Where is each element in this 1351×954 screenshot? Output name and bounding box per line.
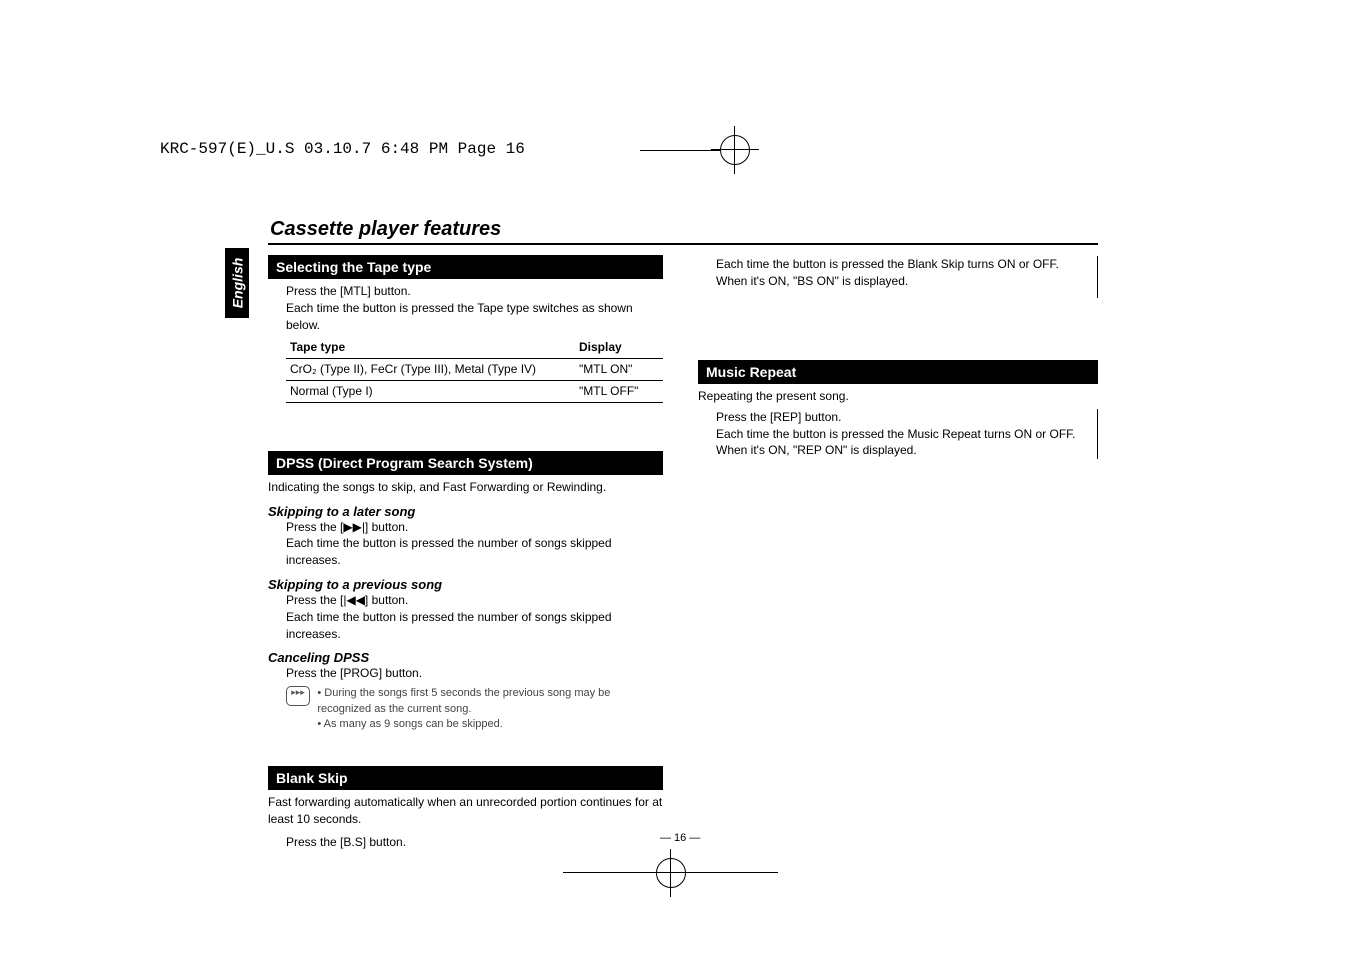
crop-rule-bottom-right <box>688 872 778 873</box>
print-header: KRC-597(E)_U.S 03.10.7 6:48 PM Page 16 <box>160 140 525 158</box>
later-press: Press the [▶▶|] button. <box>286 519 663 536</box>
page-number: — 16 — <box>660 832 700 844</box>
blank-press: Press the [B.S] button. <box>286 834 663 851</box>
section-music-repeat: Music Repeat <box>698 360 1098 384</box>
note-icon: ▸▸▸ <box>286 686 310 706</box>
later-desc: Each time the button is pressed the numb… <box>286 535 663 569</box>
tape-press: Press the [MTL] button. <box>286 283 663 300</box>
music-lead: Repeating the present song. <box>698 388 1098 405</box>
language-label: English <box>229 258 245 309</box>
prev-press: Press the [|◀◀] button. <box>286 592 663 609</box>
row1-type: CrO₂ (Type II), FeCr (Type III), Metal (… <box>286 359 575 381</box>
note1: During the songs first 5 seconds the pre… <box>317 687 610 714</box>
cancel-press: Press the [PROG] button. <box>286 665 663 682</box>
prev-head: Skipping to a previous song <box>268 577 663 592</box>
later-head: Skipping to a later song <box>268 504 663 519</box>
dpss-lead: Indicating the songs to skip, and Fast F… <box>268 479 663 496</box>
registration-mark-top <box>720 135 750 165</box>
th-display: Display <box>575 337 663 358</box>
music-press: Press the [REP] button. <box>716 409 1091 426</box>
registration-mark-bottom <box>656 858 686 888</box>
blank-toggle-desc: Each time the button is pressed the Blan… <box>716 257 1059 271</box>
section-dpss: DPSS (Direct Program Search System) <box>268 451 663 475</box>
row2-type: Normal (Type I) <box>286 380 575 402</box>
music-desc2: When it's ON, "REP ON" is displayed. <box>716 442 1091 459</box>
right-column: Each time the button is pressed the Blan… <box>698 250 1098 459</box>
cancel-head: Canceling DPSS <box>268 650 663 665</box>
row2-display: "MTL OFF" <box>575 380 663 402</box>
crop-rule-top <box>640 150 720 151</box>
section-tape-type: Selecting the Tape type <box>268 255 663 279</box>
section-blank-skip: Blank Skip <box>268 766 663 790</box>
note2: As many as 9 songs can be skipped. <box>324 718 503 730</box>
page-title: Cassette player features <box>270 218 501 241</box>
row1-display: "MTL ON" <box>575 359 663 381</box>
tape-desc: Each time the button is pressed the Tape… <box>286 300 663 334</box>
crop-rule-bottom-left <box>563 872 653 873</box>
left-column: Selecting the Tape type Press the [MTL] … <box>268 255 663 851</box>
music-desc1: Each time the button is pressed the Musi… <box>716 426 1091 443</box>
tape-type-table: Tape typeDisplay CrO₂ (Type II), FeCr (T… <box>286 337 663 402</box>
title-underline <box>268 243 1098 245</box>
language-tab: English <box>225 248 249 318</box>
prev-desc: Each time the button is pressed the numb… <box>286 609 663 643</box>
blank-lead: Fast forwarding automatically when an un… <box>268 794 663 828</box>
th-tape-type: Tape type <box>286 337 575 358</box>
blank-on-desc: When it's ON, "BS ON" is displayed. <box>716 274 908 288</box>
